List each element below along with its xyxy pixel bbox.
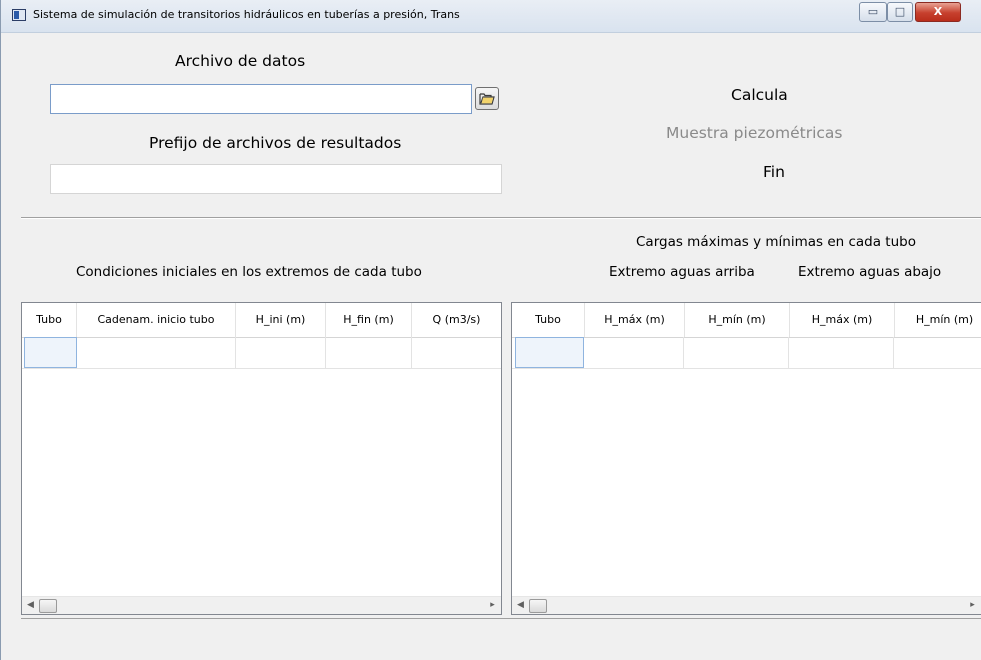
upstream-label: Extremo aguas arriba: [609, 264, 755, 280]
column-header[interactable]: H_máx (m): [790, 303, 895, 337]
table-cell[interactable]: [412, 337, 501, 368]
scroll-right-icon[interactable]: ▸: [484, 597, 501, 614]
column-header[interactable]: H_ini (m): [236, 303, 326, 337]
data-file-input[interactable]: [51, 85, 471, 113]
status-bar: [21, 618, 981, 660]
table-cell[interactable]: [236, 337, 326, 368]
table-cell[interactable]: [24, 337, 77, 368]
column-header[interactable]: H_fin (m): [326, 303, 412, 337]
column-header[interactable]: H_máx (m): [585, 303, 685, 337]
initial-conditions-title: Condiciones iniciales en los extremos de…: [76, 264, 422, 280]
minimize-button[interactable]: ▭: [859, 2, 887, 22]
table-cell[interactable]: [789, 337, 894, 368]
column-header[interactable]: Cadenam. inicio tubo: [77, 303, 236, 337]
grid-header: Tubo Cadenam. inicio tubo H_ini (m) H_fi…: [22, 303, 501, 338]
scroll-thumb[interactable]: [529, 599, 547, 613]
table-cell[interactable]: [515, 337, 584, 368]
results-prefix-field[interactable]: [50, 164, 502, 194]
scroll-left-icon[interactable]: ◀: [512, 597, 529, 614]
end-button[interactable]: Fin: [763, 163, 785, 181]
app-icon: [12, 9, 26, 21]
browse-file-button[interactable]: [475, 87, 499, 110]
grid-header: Tubo H_máx (m) H_mín (m) H_máx (m) H_mín…: [512, 303, 981, 338]
show-piezometrics-button[interactable]: Muestra piezométricas: [666, 124, 842, 142]
maximize-icon: □: [894, 5, 906, 18]
column-header[interactable]: Tubo: [512, 303, 585, 337]
table-cell[interactable]: [684, 337, 789, 368]
table-cell[interactable]: [894, 337, 981, 368]
loads-title: Cargas máximas y mínimas en cada tubo: [636, 234, 916, 250]
table-cell[interactable]: [326, 337, 412, 368]
data-file-field[interactable]: [50, 84, 472, 114]
column-header[interactable]: Q (m3/s): [412, 303, 501, 337]
close-icon: X: [933, 5, 943, 18]
window-title: Sistema de simulación de transitorios hi…: [33, 8, 460, 21]
main-window: Sistema de simulación de transitorios hi…: [0, 0, 981, 660]
table-row[interactable]: [512, 337, 981, 369]
column-header[interactable]: Tubo: [22, 303, 77, 337]
folder-open-icon: [479, 93, 495, 105]
close-button[interactable]: X: [915, 2, 961, 22]
horizontal-scrollbar[interactable]: ◀ ▸: [22, 596, 501, 614]
minimize-icon: ▭: [867, 5, 879, 18]
results-prefix-label: Prefijo de archivos de resultados: [149, 134, 402, 152]
column-header[interactable]: H_mín (m): [685, 303, 790, 337]
scroll-thumb[interactable]: [39, 599, 57, 613]
scroll-left-icon[interactable]: ◀: [22, 597, 39, 614]
scroll-right-icon[interactable]: ▸: [964, 597, 981, 614]
loads-grid[interactable]: Tubo H_máx (m) H_mín (m) H_máx (m) H_mín…: [511, 302, 981, 615]
downstream-label: Extremo aguas abajo: [798, 264, 942, 280]
section-divider: [21, 217, 981, 219]
initial-conditions-grid[interactable]: Tubo Cadenam. inicio tubo H_ini (m) H_fi…: [21, 302, 502, 615]
calculate-button[interactable]: Calcula: [731, 86, 788, 104]
horizontal-scrollbar[interactable]: ◀ ▸: [512, 596, 981, 614]
results-prefix-input[interactable]: [51, 165, 501, 193]
table-cell[interactable]: [77, 337, 236, 368]
title-bar[interactable]: Sistema de simulación de transitorios hi…: [1, 0, 981, 33]
column-header[interactable]: H_mín (m): [895, 303, 981, 337]
data-file-label: Archivo de datos: [175, 52, 306, 70]
table-row[interactable]: [22, 337, 501, 369]
maximize-button[interactable]: □: [887, 2, 913, 22]
table-cell[interactable]: [584, 337, 684, 368]
